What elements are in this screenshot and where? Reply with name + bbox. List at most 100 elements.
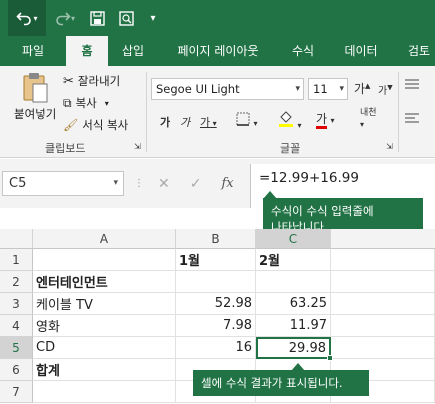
align-left-button[interactable] [404, 112, 420, 129]
font-name-select[interactable]: Segoe UI Light ▾ [151, 78, 304, 100]
format-painter-button[interactable]: 🖌 서식 복사 [63, 117, 128, 133]
shrink-font-button[interactable]: 가▼ [378, 82, 393, 97]
cancel-icon[interactable]: ✕ [158, 176, 170, 192]
italic-button[interactable]: 가 [180, 114, 190, 130]
paste-label: 붙여넣기 [14, 107, 57, 121]
chevron-down-icon: ▾ [210, 119, 217, 128]
cell-b[interactable] [176, 271, 256, 293]
chevron-down-icon: ▾ [150, 12, 156, 24]
print-preview-button[interactable] [115, 0, 137, 36]
cell-c[interactable]: 63.25 [256, 293, 331, 315]
cell-d[interactable] [331, 315, 435, 337]
borders-button[interactable]: ▾ [236, 112, 258, 129]
bold-button[interactable]: 가 [160, 114, 170, 130]
cell-a[interactable] [33, 249, 176, 271]
row-header[interactable]: 4 [0, 315, 33, 337]
copy-button[interactable]: ⧉ 복사 ▾ [63, 95, 109, 111]
cell-b[interactable]: 7.98 [176, 315, 256, 337]
cell-c[interactable]: 2월 [256, 249, 331, 271]
redo-button[interactable]: ▾ [50, 0, 80, 36]
cell-a[interactable]: 엔터테인먼트 [33, 271, 176, 293]
dialog-launcher-icon[interactable]: ⇲ [386, 142, 393, 151]
italic-label: 가 [180, 116, 191, 129]
ribbon: 붙여넣기 ✂ 잘라내기 ⧉ 복사 ▾ 🖌 서식 복사 클립보드 ⇲ Segoe … [0, 66, 435, 158]
column-header-c[interactable]: C [256, 229, 331, 249]
cell-c[interactable]: 11.97 [256, 315, 331, 337]
cell-d[interactable] [331, 293, 435, 315]
divider [398, 72, 399, 152]
more-icon: ⋮ [134, 178, 144, 189]
grow-font-label: 가 [354, 82, 366, 96]
name-box[interactable]: C5 ▾ [2, 171, 124, 196]
row-header[interactable]: 1 [0, 249, 33, 271]
tab-file[interactable]: 파일 [0, 36, 66, 66]
paste-icon [23, 73, 48, 103]
callout-pointer [263, 191, 277, 199]
active-cell[interactable]: 29.98 [256, 337, 331, 359]
insert-function-icon[interactable]: fx [221, 176, 233, 191]
cell-a[interactable] [33, 381, 176, 403]
tab-home[interactable]: 홈 [66, 36, 108, 66]
cell-a[interactable]: 합계 [33, 359, 176, 381]
cell-b[interactable]: 52.98 [176, 293, 256, 315]
customize-qat-button[interactable]: ▾ [144, 0, 162, 36]
column-header-b[interactable]: B [176, 229, 256, 249]
chevron-down-icon: ▾ [339, 84, 344, 94]
ribbon-tabs: 파일 홈 삽입 페이지 레이아웃 수식 데이터 검토 [0, 36, 435, 66]
shrink-font-label: 가 [378, 86, 388, 97]
row-header[interactable]: 6 [0, 359, 33, 381]
borders-icon [236, 112, 250, 126]
cut-button[interactable]: ✂ 잘라내기 [63, 73, 120, 89]
phonetic-label: 내천 [360, 108, 377, 118]
cut-label: 잘라내기 [77, 74, 121, 88]
chevron-down-icon: ▾ [295, 84, 300, 94]
column-header-a[interactable]: A [33, 229, 176, 249]
tab-review[interactable]: 검토 [394, 36, 435, 66]
row-header[interactable]: 2 [0, 271, 33, 293]
align-top-button[interactable] [404, 78, 420, 95]
print-preview-icon [118, 10, 134, 26]
cell-c[interactable] [256, 271, 331, 293]
tab-page-layout[interactable]: 페이지 레이아웃 [160, 36, 276, 66]
cell-d[interactable] [331, 271, 435, 293]
scissors-icon: ✂ [63, 73, 74, 89]
quick-access-toolbar: ▾ ▾ ▾ [0, 0, 435, 36]
phonetic-button[interactable]: 내천 ▾ [360, 108, 377, 131]
fill-color-button[interactable]: ▾ [278, 110, 302, 131]
enter-icon[interactable]: ✓ [190, 176, 202, 192]
cell-d[interactable] [331, 249, 435, 271]
tab-data[interactable]: 데이터 [330, 36, 392, 66]
chevron-down-icon: ▾ [330, 116, 335, 125]
font-group-label: 글꼴 [280, 142, 301, 155]
save-icon [89, 10, 105, 26]
copy-label: 복사 [75, 96, 97, 110]
row-header[interactable]: 5 [0, 337, 33, 359]
redo-icon [56, 12, 71, 26]
tab-formulas[interactable]: 수식 [278, 36, 328, 66]
row-header[interactable]: 7 [0, 381, 33, 403]
paste-button[interactable]: 붙여넣기 [14, 72, 56, 122]
undo-icon [16, 12, 32, 26]
font-size-value: 11 [313, 82, 328, 96]
cell-b[interactable]: 16 [176, 337, 256, 359]
underline-button[interactable]: 가 ▾ [200, 114, 217, 130]
save-button[interactable] [86, 0, 108, 36]
undo-button[interactable]: ▾ [8, 0, 46, 36]
cell-a[interactable]: 케이블 TV [33, 293, 176, 315]
select-all-button[interactable] [0, 229, 33, 249]
fill-handle[interactable] [327, 355, 333, 361]
column-header-empty [331, 229, 435, 249]
grow-font-button[interactable]: 가▲ [354, 80, 370, 97]
font-size-select[interactable]: 11 ▾ [308, 78, 348, 100]
font-color-button[interactable]: 가 ▾ [316, 110, 335, 129]
chevron-down-icon: ▾ [33, 13, 38, 23]
cell-a[interactable]: CD [33, 337, 176, 359]
cell-a[interactable]: 영화 [33, 315, 176, 337]
tab-insert[interactable]: 삽입 [108, 36, 158, 66]
chevron-down-icon: ▾ [113, 178, 118, 188]
row-header[interactable]: 3 [0, 293, 33, 315]
cell-d[interactable] [331, 337, 435, 359]
cell-b[interactable]: 1월 [176, 249, 256, 271]
format-painter-label: 서식 복사 [82, 118, 129, 132]
dialog-launcher-icon[interactable]: ⇲ [134, 142, 141, 151]
